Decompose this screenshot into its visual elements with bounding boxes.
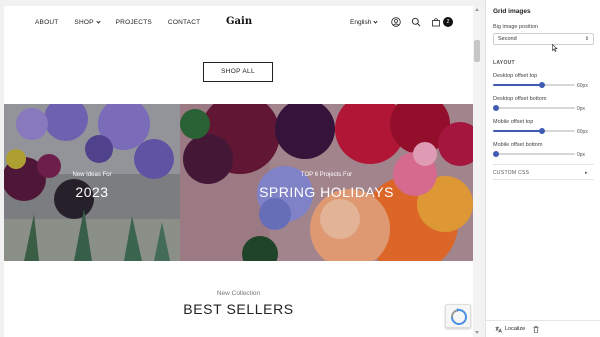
- select-value: Second: [498, 36, 517, 42]
- big-image-position-label: Big image position: [493, 24, 538, 30]
- desktop-offset-top-slider[interactable]: [493, 82, 575, 88]
- scroll-up-arrow-icon[interactable]: [475, 8, 479, 11]
- mobile-offset-top-slider[interactable]: [493, 128, 575, 134]
- recaptcha-icon: [451, 308, 467, 325]
- collection-title: BEST SELLERS: [183, 301, 294, 317]
- slider-value: 60px: [577, 129, 588, 135]
- slider-track: [493, 107, 575, 109]
- translate-icon: [495, 326, 502, 333]
- slider-label: Desktop offset bottom: [493, 96, 547, 102]
- store-header: ABOUT SHOP PROJECTS CONTACT Gain English…: [4, 6, 473, 40]
- slider-value: 60px: [577, 83, 588, 89]
- banner-image-flowers-purple: [4, 104, 180, 261]
- slider-thumb[interactable]: [493, 105, 499, 111]
- slider-thumb[interactable]: [493, 151, 499, 157]
- recaptcha-badge[interactable]: [445, 304, 471, 328]
- divider: [493, 164, 594, 165]
- localize-button[interactable]: Localize: [505, 326, 525, 332]
- select-arrows-icon: ⇕: [584, 36, 589, 42]
- chevron-down-icon: [96, 19, 101, 24]
- main-nav: ABOUT SHOP PROJECTS CONTACT: [35, 19, 200, 26]
- store-preview: ABOUT SHOP PROJECTS CONTACT Gain English…: [4, 6, 473, 337]
- cart-icon[interactable]: [431, 17, 441, 27]
- nav-shop-label: SHOP: [74, 19, 94, 26]
- panel-title: Grid images: [493, 8, 531, 15]
- slider-value: 0px: [577, 152, 586, 158]
- mouse-cursor-icon: [552, 44, 558, 52]
- chevron-right-icon[interactable]: ▸: [585, 170, 588, 176]
- scroll-thumb[interactable]: [474, 40, 480, 62]
- panel-footer: Localize: [486, 320, 600, 337]
- slider-thumb[interactable]: [539, 128, 546, 134]
- banner-spring-holidays[interactable]: TOP 6 Projects For SPRING HOLIDAYS: [180, 104, 473, 261]
- banner-subtitle: New Ideas For: [72, 172, 112, 178]
- scroll-down-arrow-icon[interactable]: [475, 331, 479, 334]
- slider-label: Mobile offset bottom: [493, 142, 543, 148]
- trash-icon[interactable]: [533, 326, 539, 333]
- settings-panel: Grid images Big image position Second ⇕ …: [485, 0, 600, 337]
- banner-ideas-2023[interactable]: New Ideas For 2023: [4, 104, 180, 261]
- nav-about[interactable]: ABOUT: [35, 19, 58, 26]
- banner-title: SPRING HOLIDAYS: [259, 184, 394, 200]
- mobile-offset-bottom-slider[interactable]: [493, 151, 575, 157]
- desktop-offset-bottom-slider[interactable]: [493, 105, 575, 111]
- slider-value: 0px: [577, 106, 586, 112]
- nav-contact[interactable]: CONTACT: [168, 19, 200, 26]
- banner-subtitle: TOP 6 Projects For: [300, 172, 353, 178]
- language-label: English: [350, 19, 372, 26]
- banner-image-flowers-colorful: [180, 104, 473, 261]
- chevron-down-icon: [373, 19, 378, 24]
- user-icon[interactable]: [391, 17, 401, 27]
- slider-label: Desktop offset top: [493, 73, 538, 79]
- custom-css-toggle[interactable]: CUSTOM CSS: [493, 170, 529, 176]
- slider-label: Mobile offset top: [493, 119, 534, 125]
- nav-projects[interactable]: PROJECTS: [116, 19, 152, 26]
- slider-fill: [493, 84, 543, 86]
- banner-title: 2023: [75, 184, 109, 200]
- collection-subtitle: New Collection: [216, 290, 261, 297]
- shop-all-button[interactable]: SHOP ALL: [203, 62, 273, 82]
- editor-frame: ABOUT SHOP PROJECTS CONTACT Gain English…: [0, 0, 600, 337]
- search-icon[interactable]: [411, 17, 421, 27]
- language-selector[interactable]: English: [350, 19, 378, 26]
- divider: [493, 179, 594, 180]
- slider-thumb[interactable]: [539, 82, 546, 88]
- nav-shop[interactable]: SHOP: [74, 19, 101, 26]
- product-names-cut: [4, 40, 473, 46]
- big-image-position-select[interactable]: Second ⇕: [493, 33, 594, 45]
- cart-count-badge: 2: [443, 17, 453, 27]
- preview-scrollbar[interactable]: [473, 6, 481, 337]
- slider-track: [493, 153, 575, 155]
- layout-section-label: LAYOUT: [493, 60, 515, 66]
- slider-fill: [493, 130, 543, 132]
- store-logo[interactable]: Gain: [226, 16, 252, 27]
